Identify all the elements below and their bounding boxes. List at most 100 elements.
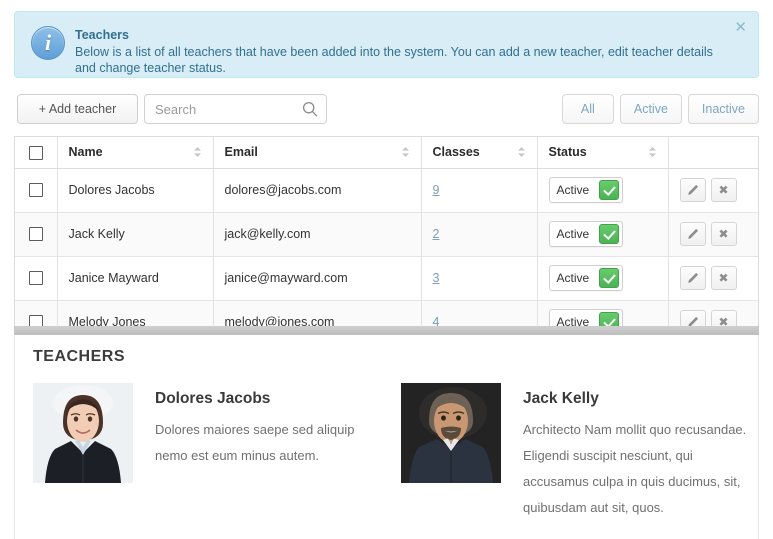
table-row[interactable]: Jack Kelly jack@kelly.com 2 Active ✖ (15, 212, 758, 257)
cell-name: Jack Kelly (57, 212, 214, 257)
cell-actions: ✖ (668, 168, 758, 213)
row-checkbox[interactable] (28, 227, 43, 242)
cell-actions: ✖ (668, 300, 758, 327)
status-toggle[interactable]: Active (548, 221, 623, 247)
delete-button[interactable]: ✖ (710, 222, 737, 246)
column-header-email[interactable]: Email (213, 137, 422, 169)
table-body: Dolores Jacobs dolores@jacobs.com 9 Acti… (15, 168, 758, 327)
check-icon[interactable] (598, 312, 619, 327)
cell-actions: ✖ (668, 256, 758, 301)
check-icon[interactable] (598, 180, 619, 200)
sort-updown-icon[interactable] (648, 146, 657, 158)
delete-button[interactable]: ✖ (710, 266, 737, 290)
column-header-name-label: Name (68, 145, 103, 160)
info-alert: Teachers Below is a list of all teachers… (14, 11, 759, 78)
cell-classes: 4 (421, 300, 538, 327)
classes-link[interactable]: 9 (433, 183, 440, 197)
cell-status: Active (537, 256, 669, 301)
cell-email: janice@mayward.com (213, 256, 422, 301)
sort-updown-icon[interactable] (401, 146, 410, 158)
row-select-cell (15, 168, 58, 213)
teacher-card-body: Dolores Jacobs Dolores maiores saepe sed… (155, 383, 387, 521)
table-header-row: Name Email Classes Status (15, 137, 758, 169)
classes-link[interactable]: 2 (433, 227, 440, 241)
delete-button[interactable]: ✖ (710, 178, 737, 202)
status-label: Active (556, 227, 590, 241)
teachers-panel: TEACHERS Dolores Jacobs Dolores maiores … (14, 335, 759, 539)
status-toggle[interactable]: Active (548, 265, 623, 291)
cell-status: Active (537, 212, 669, 257)
sort-updown-icon[interactable] (517, 146, 526, 158)
check-icon[interactable] (598, 268, 619, 288)
table-row[interactable]: Janice Mayward janice@mayward.com 3 Acti… (15, 256, 758, 301)
cell-email: melody@jones.com (213, 300, 422, 327)
row-checkbox[interactable] (28, 183, 43, 198)
cell-classes: 2 (421, 212, 538, 257)
edit-button[interactable] (679, 310, 706, 327)
man-portrait-photo (401, 383, 501, 483)
search-box[interactable] (144, 94, 327, 124)
sort-updown-icon[interactable] (193, 146, 202, 158)
teacher-cards: Dolores Jacobs Dolores maiores saepe sed… (15, 383, 758, 521)
search-icon (302, 101, 318, 117)
cell-name: Melody Jones (57, 300, 214, 327)
teacher-card: Dolores Jacobs Dolores maiores saepe sed… (33, 383, 391, 521)
add-teacher-button[interactable]: + Add teacher (17, 94, 138, 124)
cell-name: Janice Mayward (57, 256, 214, 301)
alert-close-icon[interactable]: ✕ (732, 18, 749, 37)
teachers-table-container: Name Email Classes Status Dolores Jacobs… (14, 136, 759, 327)
column-header-actions (668, 137, 758, 169)
check-icon[interactable] (598, 224, 619, 244)
status-toggle[interactable]: Active (548, 309, 623, 327)
filter-all-button[interactable]: All (561, 94, 614, 124)
row-select-cell (15, 256, 58, 301)
woman-portrait-photo (33, 383, 133, 483)
filter-active-button[interactable]: Active (619, 94, 682, 124)
cell-status: Active (537, 168, 669, 213)
cell-email: dolores@jacobs.com (213, 168, 422, 213)
column-header-status[interactable]: Status (537, 137, 669, 169)
table-row[interactable]: Melody Jones melody@jones.com 4 Active ✖ (15, 300, 758, 327)
search-input[interactable] (153, 95, 298, 123)
status-toggle[interactable]: Active (548, 177, 623, 203)
alert-title: Teachers (75, 28, 129, 42)
row-select-cell (15, 212, 58, 257)
teacher-card: Jack Kelly Architecto Nam mollit quo rec… (401, 383, 751, 521)
column-header-status-label: Status (548, 145, 587, 160)
filter-inactive-button[interactable]: Inactive (687, 94, 759, 124)
column-header-name[interactable]: Name (57, 137, 214, 169)
cell-name: Dolores Jacobs (57, 168, 214, 213)
page-root: Teachers Below is a list of all teachers… (0, 0, 773, 539)
cell-status: Active (537, 300, 669, 327)
status-filter-group: All Active Inactive (561, 94, 759, 124)
row-select-cell (15, 300, 58, 327)
status-label: Active (556, 271, 590, 285)
teacher-card-body: Jack Kelly Architecto Nam mollit quo rec… (523, 383, 751, 521)
column-header-email-label: Email (224, 145, 258, 160)
teacher-name: Dolores Jacobs (155, 390, 271, 407)
alert-message: Below is a list of all teachers that hav… (75, 45, 713, 75)
select-all-checkbox[interactable] (28, 145, 43, 160)
table-row[interactable]: Dolores Jacobs dolores@jacobs.com 9 Acti… (15, 168, 758, 213)
edit-button[interactable] (679, 222, 706, 246)
horizontal-scrollbar[interactable] (14, 326, 759, 335)
alert-body: Teachers Below is a list of all teachers… (75, 28, 722, 76)
classes-link[interactable]: 3 (433, 271, 440, 285)
select-all-header (15, 137, 58, 169)
status-label: Active (556, 183, 590, 197)
column-header-classes-label: Classes (432, 145, 480, 160)
toolbar: + Add teacher All Active Inactive (0, 94, 773, 128)
page-title: TEACHERS (33, 348, 126, 365)
edit-button[interactable] (679, 266, 706, 290)
column-header-classes[interactable]: Classes (421, 137, 538, 169)
teacher-name: Jack Kelly (523, 390, 599, 407)
cell-classes: 3 (421, 256, 538, 301)
cell-actions: ✖ (668, 212, 758, 257)
info-circle-icon (31, 26, 65, 60)
delete-button[interactable]: ✖ (710, 310, 737, 327)
teachers-table: Name Email Classes Status Dolores Jacobs… (15, 137, 758, 327)
edit-button[interactable] (679, 178, 706, 202)
teacher-bio: Dolores maiores saepe sed aliquip nemo e… (155, 421, 355, 463)
row-checkbox[interactable] (28, 271, 43, 286)
table-head: Name Email Classes Status (15, 137, 758, 169)
